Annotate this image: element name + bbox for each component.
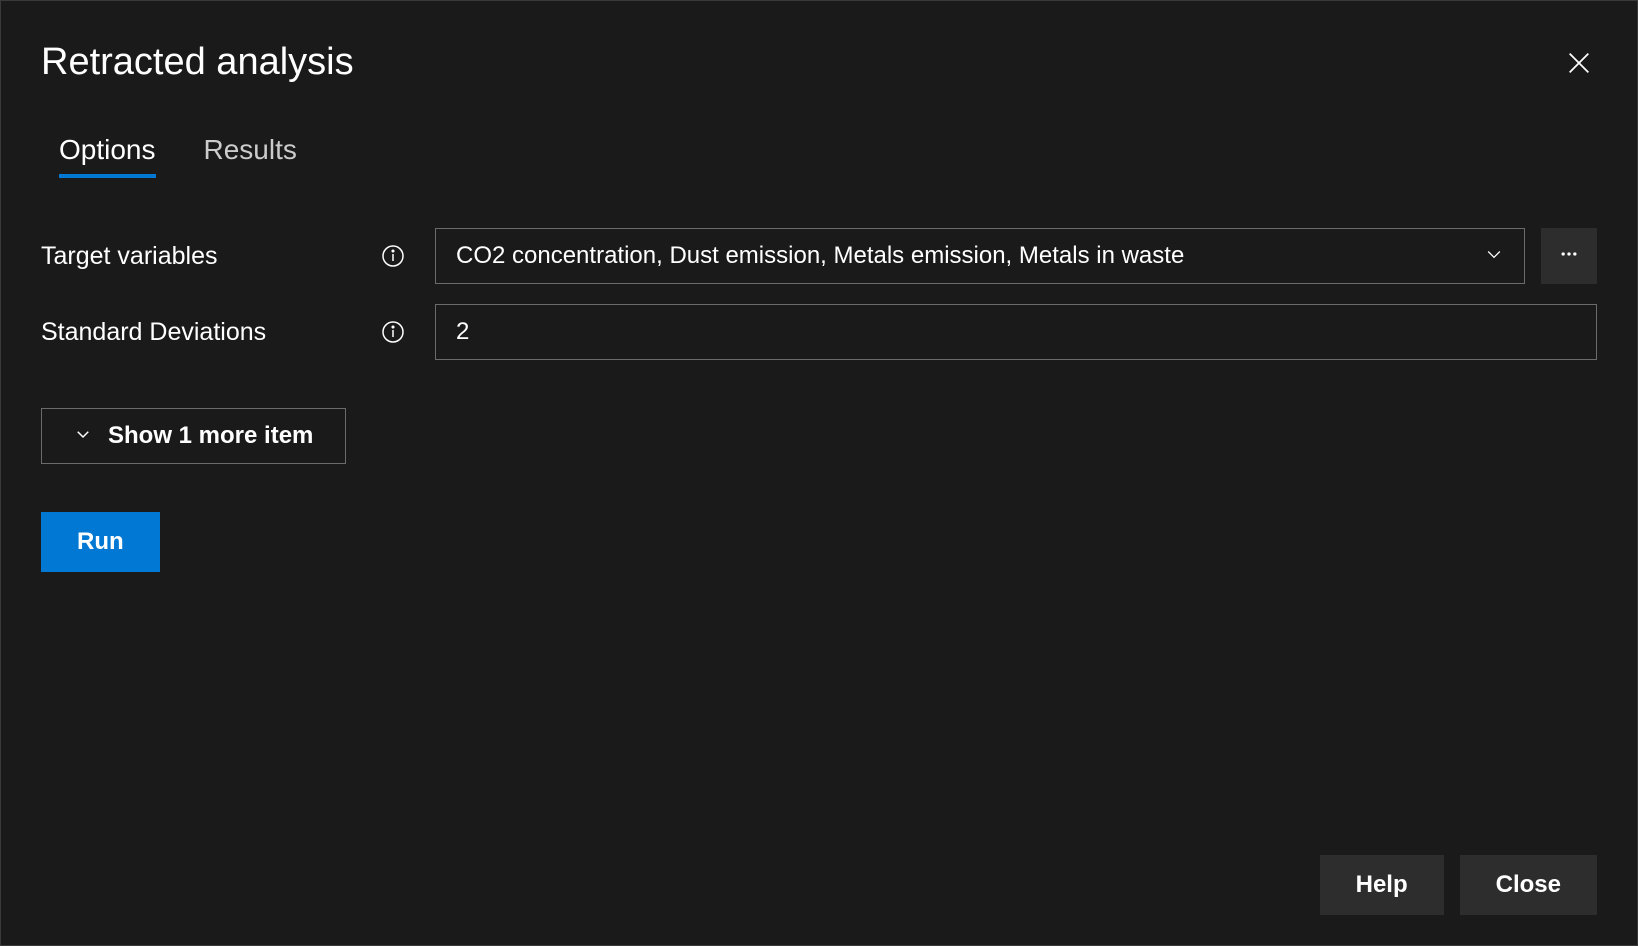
standard-deviations-input[interactable]: [435, 304, 1597, 360]
form-row-standard-deviations: Standard Deviations: [41, 304, 1597, 360]
tab-results[interactable]: Results: [204, 134, 297, 178]
tabs: Options Results: [41, 134, 1597, 178]
dialog-header: Retracted analysis: [41, 41, 1597, 84]
help-button[interactable]: Help: [1320, 855, 1444, 915]
chevron-down-icon: [1484, 244, 1504, 269]
target-variables-select[interactable]: CO2 concentration, Dust emission, Metals…: [435, 228, 1525, 284]
form-row-target-variables: Target variables CO2 concentration, Dust…: [41, 228, 1597, 284]
run-button[interactable]: Run: [41, 512, 160, 572]
dialog-footer: Help Close: [1320, 855, 1597, 915]
close-button[interactable]: Close: [1460, 855, 1597, 915]
chevron-down-icon: [74, 425, 92, 448]
target-variables-label: Target variables: [41, 242, 381, 271]
target-variables-value: CO2 concentration, Dust emission, Metals…: [456, 242, 1184, 270]
analysis-dialog: Retracted analysis Options Results Targe…: [1, 1, 1637, 945]
dialog-title: Retracted analysis: [41, 41, 354, 84]
more-options-button[interactable]: [1541, 228, 1597, 284]
tab-options[interactable]: Options: [59, 134, 156, 178]
target-variables-select-wrapper: CO2 concentration, Dust emission, Metals…: [435, 228, 1597, 284]
info-icon[interactable]: [381, 244, 405, 268]
info-icon[interactable]: [381, 320, 405, 344]
show-more-button[interactable]: Show 1 more item: [41, 408, 346, 464]
close-icon[interactable]: [1561, 45, 1597, 81]
show-more-label: Show 1 more item: [108, 422, 313, 450]
standard-deviations-label: Standard Deviations: [41, 318, 381, 347]
ellipsis-icon: [1559, 244, 1579, 269]
